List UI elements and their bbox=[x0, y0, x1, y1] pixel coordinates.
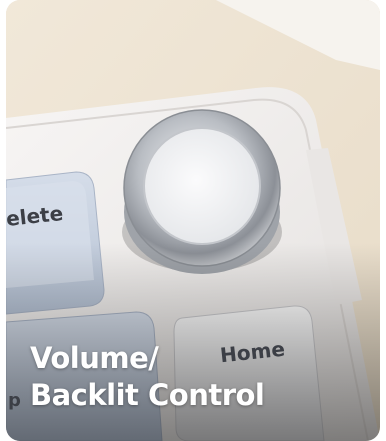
feature-caption: Volume/ Backlit Control bbox=[30, 340, 265, 414]
caption-line-2: Backlit Control bbox=[30, 378, 265, 412]
product-image-card[interactable]: elete Home p Volume/ Backlit Control bbox=[6, 0, 380, 441]
caption-line-1: Volume/ bbox=[30, 341, 159, 375]
key-label-bottom-left: p bbox=[8, 390, 21, 411]
